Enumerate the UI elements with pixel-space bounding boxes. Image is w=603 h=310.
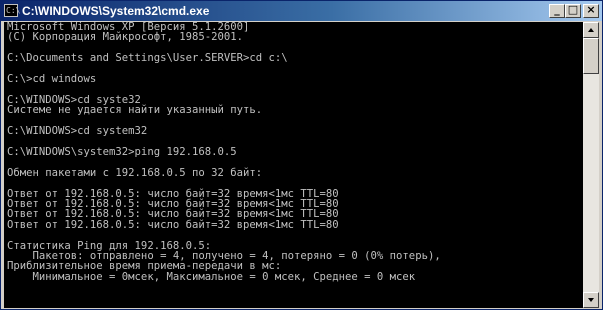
scroll-thumb[interactable] — [583, 38, 599, 74]
cmd-app-icon[interactable]: C:\ — [4, 4, 21, 17]
console-line: Ответ от 192.168.0.5: число байт=32 врем… — [7, 218, 339, 231]
console-line: C:\Documents and Settings\User.SERVER>cd… — [7, 52, 288, 65]
console-line: Системе не удается найти указанный путь. — [7, 104, 263, 117]
cmd-app-icon-label: C:\ — [6, 6, 21, 15]
minimize-icon: _ — [554, 3, 560, 16]
maximize-icon: □ — [567, 3, 579, 16]
console-line: Минимальное = 0мсек, Максимальное = 0 мс… — [7, 270, 416, 283]
console-line: C:\WINDOWS>cd system32 — [7, 125, 148, 138]
scroll-down-arrow-icon — [588, 298, 594, 302]
console-line: (С) Корпорация Майкрософт, 1985-2001. — [7, 31, 243, 44]
vertical-scrollbar[interactable] — [583, 22, 599, 308]
console-line: C:\>cd windows — [7, 73, 97, 86]
window-title: C:\WINDOWS\System32\cmd.exe — [22, 4, 210, 18]
scroll-up-button[interactable] — [583, 22, 599, 38]
console-line: Обмен пакетами с 192.168.0.5 по 32 байт: — [7, 166, 263, 179]
cmd-window: C:\ C:\WINDOWS\System32\cmd.exe _ □ × Mi… — [0, 0, 603, 310]
close-icon: × — [586, 3, 596, 16]
close-button[interactable]: × — [583, 3, 599, 18]
console-line: C:\WINDOWS\system32>ping 192.168.0.5 — [7, 145, 237, 158]
minimize-button[interactable]: _ — [549, 3, 565, 18]
maximize-button[interactable]: □ — [565, 3, 581, 18]
title-bar[interactable]: C:\ C:\WINDOWS\System32\cmd.exe _ □ × — [1, 1, 602, 21]
scroll-up-arrow-icon — [588, 28, 594, 32]
scroll-down-button[interactable] — [583, 292, 599, 308]
console-output[interactable]: Microsoft Windows XP [Версия 5.1.2600] (С… — [4, 22, 583, 308]
console-text: Microsoft Windows XP [Версия 5.1.2600] (С… — [4, 22, 583, 282]
